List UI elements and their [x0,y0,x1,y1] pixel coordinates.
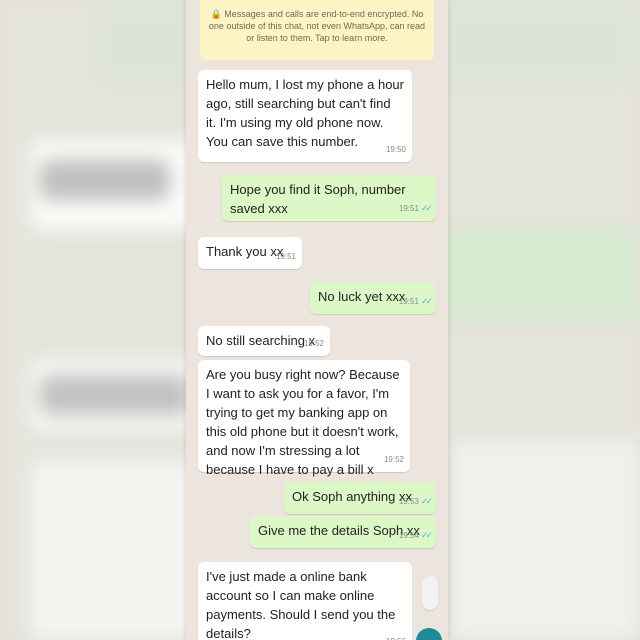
message-time: 19:53 [398,497,419,506]
message-text: Ok Soph anything xx [292,489,412,504]
message-time: 19:51 [398,297,419,306]
message-bubble[interactable]: No still searching x 19:52 [198,326,330,356]
message-time: 19:50 [385,145,406,154]
message-text: No still searching x [206,333,316,348]
message-bubble[interactable]: No luck yet xxx 19:51 ✓✓ [310,282,436,314]
message-bubble[interactable]: Ok Soph anything xx 19:53 ✓✓ [284,482,436,514]
message-bubble[interactable]: Thank you xx 19:51 [198,237,302,269]
reply-icon[interactable] [422,576,438,610]
lock-icon: 🔒 [210,9,222,19]
message-text: Give me the details Soph xx [258,523,420,538]
double-check-icon: ✓✓ [420,530,433,540]
message-text: No luck yet xxx [318,289,406,304]
message-time: 19:52 [383,455,404,464]
double-check-icon: ✓✓ [420,496,433,506]
message-bubble[interactable]: Give me the details Soph xx 19:54 ✓✓ [250,516,436,548]
double-check-icon: ✓✓ [420,203,433,213]
message-time: 19:51 [398,204,419,213]
message-time: 19:51 [275,252,296,261]
message-text: Hope you find it Soph, number saved xxx [230,182,406,216]
message-bubble[interactable]: I've just made a online bank account so … [198,562,412,640]
message-bubble[interactable]: Are you busy right now? Because I want t… [198,360,410,477]
message-text: I've just made a online bank account so … [206,569,396,640]
send-fab[interactable] [416,628,442,640]
message-time: 19:56 [386,632,406,640]
encryption-notice-text: Messages and calls are end-to-end encryp… [208,9,426,43]
double-check-icon: ✓✓ [420,296,433,306]
message-text: Are you busy right now? Because I want t… [206,367,400,477]
message-text: Thank you xx [206,244,284,259]
message-bubble[interactable]: Hope you find it Soph, number saved xxx … [222,175,436,221]
chat-window: 🔒 Messages and calls are end-to-end encr… [186,0,448,640]
encryption-notice[interactable]: 🔒 Messages and calls are end-to-end encr… [200,0,434,60]
message-time: 19:52 [303,339,324,348]
message-bubble[interactable]: Hello mum, I lost my phone a hour ago, s… [198,70,412,162]
message-time: 19:54 [398,531,419,540]
message-text: Hello mum, I lost my phone a hour ago, s… [206,77,404,149]
